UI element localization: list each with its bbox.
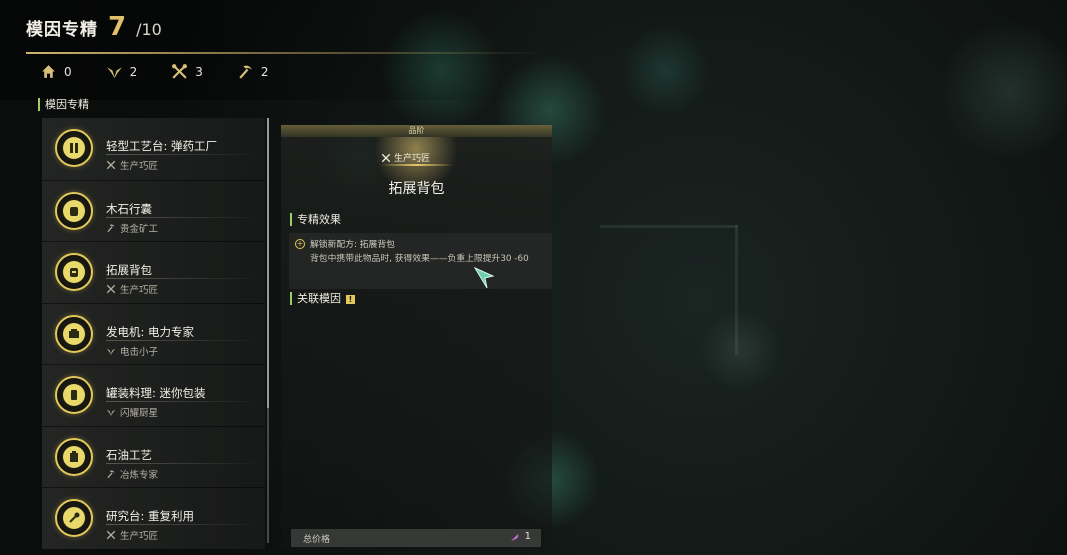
effect-unlock: + 解锁新配方: 拓展背包 bbox=[295, 238, 395, 250]
pickaxe-icon bbox=[239, 65, 252, 79]
tools-icon bbox=[172, 64, 188, 79]
mastery-max: /10 bbox=[136, 20, 162, 39]
item-title: 研究台: 重复利用 bbox=[106, 509, 195, 523]
item-subtitle: 生产巧匠 bbox=[106, 528, 158, 542]
stat-tools-value: 3 bbox=[195, 64, 203, 79]
info-icon[interactable]: ! bbox=[346, 294, 355, 304]
item-title: 发电机: 电力专家 bbox=[106, 324, 195, 339]
item-icon-backpack bbox=[55, 191, 93, 230]
tools-icon bbox=[381, 153, 391, 162]
effect-section-title: 专精效果 bbox=[290, 213, 341, 226]
stat-tools[interactable]: 3 bbox=[171, 63, 203, 80]
list-item[interactable]: 轻型工艺台: 弹药工厂 生产巧匠 bbox=[42, 118, 265, 180]
price-value: 1 bbox=[510, 531, 531, 542]
item-subtitle: 电击小子 bbox=[106, 344, 158, 358]
stat-home[interactable]: 0 bbox=[40, 63, 72, 80]
list-item[interactable]: 石油工艺 冶炼专家 bbox=[42, 425, 265, 487]
price-bar: 总价格 1 bbox=[291, 529, 541, 547]
page-title: 模因专精 bbox=[26, 20, 98, 40]
item-title: 罐装料理: 迷你包装 bbox=[106, 386, 206, 400]
list-item[interactable]: 罐装料理: 迷你包装 闪耀厨星 bbox=[42, 364, 265, 426]
list-section-title: 模因专精 bbox=[38, 98, 89, 111]
pickaxe-icon bbox=[107, 470, 115, 478]
item-title: 拓展背包 bbox=[106, 263, 152, 277]
item-subtitle: 生产巧匠 bbox=[106, 158, 158, 172]
list-item[interactable]: 研究台: 重复利用 生产巧匠 bbox=[42, 487, 265, 549]
related-section-title: 关联模因! bbox=[290, 292, 355, 305]
wing-icon bbox=[106, 67, 122, 78]
item-icon-can bbox=[55, 376, 93, 414]
specialty-tag: 生产巧匠 bbox=[381, 151, 430, 164]
item-underline bbox=[106, 401, 261, 402]
detail-panel: 品阶 生产巧匠 拓展背包 bbox=[281, 125, 552, 550]
item-underline bbox=[106, 154, 261, 155]
scrollbar-thumb[interactable] bbox=[267, 118, 269, 408]
bg-connector bbox=[735, 225, 738, 355]
stat-wing-value: 2 bbox=[129, 64, 138, 79]
home-icon bbox=[42, 65, 55, 78]
plus-icon: + bbox=[295, 238, 305, 249]
item-icon-backpack bbox=[55, 253, 93, 291]
item-subtitle: 生产巧匠 bbox=[106, 282, 158, 296]
item-underline bbox=[106, 462, 261, 464]
wing-icon bbox=[106, 348, 116, 355]
stat-pickaxe-value: 2 bbox=[260, 64, 269, 79]
cursor-icon bbox=[473, 266, 495, 289]
stat-pickaxe[interactable]: 2 bbox=[237, 63, 269, 80]
list-item[interactable]: 拓展背包 生产巧匠 bbox=[42, 241, 265, 303]
list-scrollbar[interactable] bbox=[267, 118, 269, 543]
item-underline bbox=[106, 216, 261, 218]
item-underline bbox=[106, 524, 261, 525]
wing-icon bbox=[106, 409, 116, 416]
item-icon-oil bbox=[55, 437, 93, 476]
quality-bar: 品阶 bbox=[281, 125, 552, 137]
tools-icon bbox=[106, 160, 116, 170]
header-divider bbox=[26, 52, 546, 54]
item-title: 石油工艺 bbox=[106, 447, 152, 462]
stat-home-value: 0 bbox=[64, 64, 72, 79]
page-header: 模因专精 7 /10 bbox=[26, 12, 546, 54]
effect-description: 背包中携带此物品时, 获得效果——负重上限提升30 -60 bbox=[310, 254, 529, 264]
detail-title: 拓展背包 bbox=[388, 181, 445, 197]
tools-icon bbox=[106, 284, 116, 294]
category-stats: 0 2 3 2 bbox=[40, 63, 269, 80]
item-subtitle: 闪耀厨星 bbox=[106, 405, 158, 419]
list-item[interactable]: 木石行囊 贵金矿工 bbox=[42, 179, 265, 241]
item-icon-bullets bbox=[55, 129, 93, 167]
item-subtitle: 贵金矿工 bbox=[106, 221, 158, 235]
mastery-count: 7 bbox=[108, 12, 127, 42]
item-underline bbox=[106, 278, 261, 279]
item-title: 轻型工艺台: 弹药工厂 bbox=[106, 139, 218, 153]
item-title: 木石行囊 bbox=[106, 201, 152, 216]
mastery-list: 轻型工艺台: 弹药工厂 生产巧匠 木石行囊 贵金矿工 拓展背包 生产巧匠 发电机… bbox=[42, 118, 265, 549]
feather-icon bbox=[510, 533, 518, 541]
stat-wing[interactable]: 2 bbox=[106, 63, 138, 80]
list-item[interactable]: 发电机: 电力专家 电击小子 bbox=[42, 302, 265, 364]
pickaxe-icon bbox=[107, 224, 115, 232]
tools-icon bbox=[106, 530, 116, 540]
item-icon-generator bbox=[55, 314, 93, 353]
specialty-underline bbox=[381, 164, 453, 166]
price-label: 总价格 bbox=[303, 535, 331, 545]
item-underline bbox=[106, 339, 261, 341]
item-icon-wrench bbox=[55, 499, 93, 537]
bg-connector bbox=[600, 225, 738, 228]
item-subtitle: 冶炼专家 bbox=[106, 467, 158, 481]
